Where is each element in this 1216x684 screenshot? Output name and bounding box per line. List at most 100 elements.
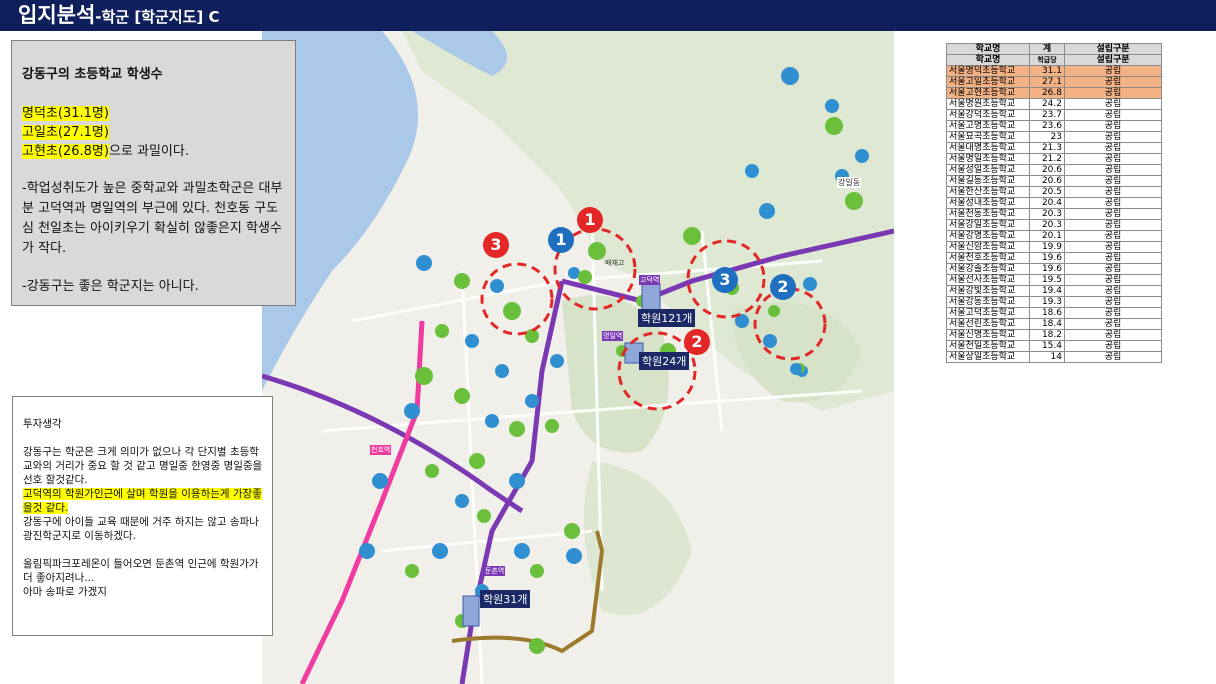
col-header-total: 계 bbox=[1029, 43, 1065, 55]
school-name-cell: 서울신암초등학교 bbox=[946, 241, 1030, 253]
students-cell: 20.5 bbox=[1029, 186, 1065, 198]
school-name-cell: 서울길동초등학교 bbox=[946, 175, 1030, 187]
students-cell: 20.3 bbox=[1029, 208, 1065, 220]
table-row: 서울선사초등학교 19.5 공립 bbox=[946, 274, 1162, 286]
school-name-cell: 서울신명초등학교 bbox=[946, 329, 1030, 341]
students-cell: 19.6 bbox=[1029, 252, 1065, 264]
table-row: 서울고명초등학교 23.6 공립 bbox=[946, 120, 1162, 132]
type-cell: 공립 bbox=[1064, 153, 1162, 165]
students-cell: 21.3 bbox=[1029, 142, 1065, 154]
table-header: 학교명 계 설립구분 bbox=[946, 43, 1162, 55]
summary-para-2: -강동구는 좋은 학군지는 아니다. bbox=[22, 279, 199, 294]
type-cell: 공립 bbox=[1064, 274, 1162, 286]
type-cell: 공립 bbox=[1064, 175, 1162, 187]
school-name-cell: 서울대명초등학교 bbox=[946, 142, 1030, 154]
investment-thoughts-box: 투자생각 강동구는 학군은 크게 의미가 없으나 각 단지별 초등학교와의 거리… bbox=[12, 396, 273, 636]
page-title: 입지분석 bbox=[18, 3, 96, 27]
type-cell: 공립 bbox=[1064, 76, 1162, 88]
table-row: 서울강명초등학교 20.1 공립 bbox=[946, 230, 1162, 242]
filter-school[interactable]: 학교명 bbox=[946, 54, 1030, 66]
students-cell: 20.1 bbox=[1029, 230, 1065, 242]
school-table: 학교명 계 설립구분 학교명 학급당 설립구분 서울명덕초등학교 31.1 공립 서울… bbox=[946, 43, 1162, 363]
table-row: 서울강솔초등학교 19.6 공립 bbox=[946, 263, 1162, 275]
table-row: 서울강동초등학교 19.3 공립 bbox=[946, 296, 1162, 308]
type-cell: 공립 bbox=[1064, 340, 1162, 352]
type-cell: 공립 bbox=[1064, 98, 1162, 110]
table-row: 서울강빛초등학교 19.4 공립 bbox=[946, 285, 1162, 297]
school-name-cell: 서울명덕초등학교 bbox=[946, 65, 1030, 77]
place-label-myeongil-station: 명일역 bbox=[602, 331, 624, 341]
students-cell: 23 bbox=[1029, 131, 1065, 143]
thoughts-heading: 투자생각 bbox=[23, 418, 62, 430]
highlight-myeongdeok: 명덕초(31.1명) bbox=[22, 106, 109, 121]
students-cell: 23.6 bbox=[1029, 120, 1065, 132]
table-row: 서울명덕초등학교 31.1 공립 bbox=[946, 65, 1162, 77]
marker-blue-3[interactable]: 3 bbox=[712, 267, 738, 293]
thoughts-p5: 아마 송파로 가겠지 bbox=[23, 586, 107, 598]
type-cell: 공립 bbox=[1064, 131, 1162, 143]
place-label-cheonho-station: 천호역 bbox=[370, 445, 392, 455]
students-cell: 19.9 bbox=[1029, 241, 1065, 253]
highlight-goil: 고일초(27.1명) bbox=[22, 125, 109, 140]
school-name-cell: 서울명일초등학교 bbox=[946, 153, 1030, 165]
table-row: 서울성내초등학교 20.4 공립 bbox=[946, 197, 1162, 209]
school-name-cell: 서울묘곡초등학교 bbox=[946, 131, 1030, 143]
students-cell: 14 bbox=[1029, 351, 1065, 363]
marker-red-1[interactable]: 1 bbox=[577, 207, 603, 233]
marker-blue-1[interactable]: 1 bbox=[548, 227, 574, 253]
thoughts-p1: 강동구는 학군은 크게 의미가 없으나 각 단지별 초등학교와의 거리가 중요 … bbox=[23, 446, 263, 486]
students-cell: 20.4 bbox=[1029, 197, 1065, 209]
students-cell: 19.5 bbox=[1029, 274, 1065, 286]
students-cell: 31.1 bbox=[1029, 65, 1065, 77]
place-label-dunchon-station: 둔촌역 bbox=[484, 566, 506, 576]
school-name-cell: 서울명원초등학교 bbox=[946, 98, 1030, 110]
school-name-cell: 서울상일초등학교 bbox=[946, 351, 1030, 363]
school-name-cell: 서울강솔초등학교 bbox=[946, 263, 1030, 275]
type-cell: 공립 bbox=[1064, 109, 1162, 121]
students-cell: 19.3 bbox=[1029, 296, 1065, 308]
summary-suffix: 으로 과밀이다. bbox=[108, 144, 189, 159]
school-district-map[interactable]: 1 2 3 1 2 3 학원121개 학원24개 학원31개 강일동 고덕역 명… bbox=[262, 31, 894, 684]
type-cell: 공립 bbox=[1064, 120, 1162, 132]
type-cell: 공립 bbox=[1064, 351, 1162, 363]
table-filter-row[interactable]: 학교명 학급당 설립구분 bbox=[946, 54, 1162, 66]
col-header-school: 학교명 bbox=[946, 43, 1030, 55]
students-cell: 26.8 bbox=[1029, 87, 1065, 99]
table-row: 서울고일초등학교 27.1 공립 bbox=[946, 76, 1162, 88]
students-cell: 15.4 bbox=[1029, 340, 1065, 352]
thoughts-p3: 강동구에 아이들 교육 때문에 거주 하지는 않고 송파나 광진학군지로 이동하… bbox=[23, 516, 259, 542]
table-row: 서울상일초등학교 14 공립 bbox=[946, 351, 1162, 363]
table-row: 서울고현초등학교 26.8 공립 bbox=[946, 87, 1162, 99]
marker-blue-2[interactable]: 2 bbox=[770, 274, 796, 300]
school-name-cell: 서울천동초등학교 bbox=[946, 208, 1030, 220]
marker-red-3[interactable]: 3 bbox=[483, 232, 509, 258]
students-cell: 18.2 bbox=[1029, 329, 1065, 341]
students-cell: 19.4 bbox=[1029, 285, 1065, 297]
school-name-cell: 서울강동초등학교 bbox=[946, 296, 1030, 308]
students-cell: 18.4 bbox=[1029, 318, 1065, 330]
title-bar: 입지분석-학군 [학군지도] C bbox=[0, 0, 1216, 31]
type-cell: 공립 bbox=[1064, 296, 1162, 308]
students-cell: 20.3 bbox=[1029, 219, 1065, 231]
type-cell: 공립 bbox=[1064, 197, 1162, 209]
type-cell: 공립 bbox=[1064, 208, 1162, 220]
table-row: 서울길동초등학교 20.6 공립 bbox=[946, 175, 1162, 187]
academy-label-myeongil: 학원24개 bbox=[639, 352, 690, 370]
table-row: 서울강일초등학교 20.3 공립 bbox=[946, 219, 1162, 231]
school-name-cell: 서울고명초등학교 bbox=[946, 120, 1030, 132]
thoughts-highlight: 고덕역의 학원가인근에 살며 학원을 이용하는게 가장좋을것 같다. bbox=[23, 488, 262, 514]
filter-type[interactable]: 설립구분 bbox=[1064, 54, 1162, 66]
students-cell: 20.6 bbox=[1029, 175, 1065, 187]
filter-per-class[interactable]: 학급당 bbox=[1029, 54, 1065, 66]
highlight-gohyeon: 고현초(26.8명) bbox=[22, 144, 109, 159]
academy-label-dunchon: 학원31개 bbox=[480, 590, 531, 608]
page-subtitle: -학군 [학군지도] C bbox=[95, 8, 220, 26]
students-cell: 18.6 bbox=[1029, 307, 1065, 319]
thoughts-p4: 올림픽파크포레온이 들어오면 둔촌역 인근에 학원가가 더 좋아지려나... bbox=[23, 558, 259, 584]
school-name-cell: 서울성일초등학교 bbox=[946, 164, 1030, 176]
students-cell: 23.7 bbox=[1029, 109, 1065, 121]
place-label-godeok-station: 고덕역 bbox=[639, 275, 661, 285]
school-name-cell: 서울고일초등학교 bbox=[946, 76, 1030, 88]
summary-heading: 강동구의 초등학교 학생수 bbox=[22, 67, 163, 82]
type-cell: 공립 bbox=[1064, 164, 1162, 176]
